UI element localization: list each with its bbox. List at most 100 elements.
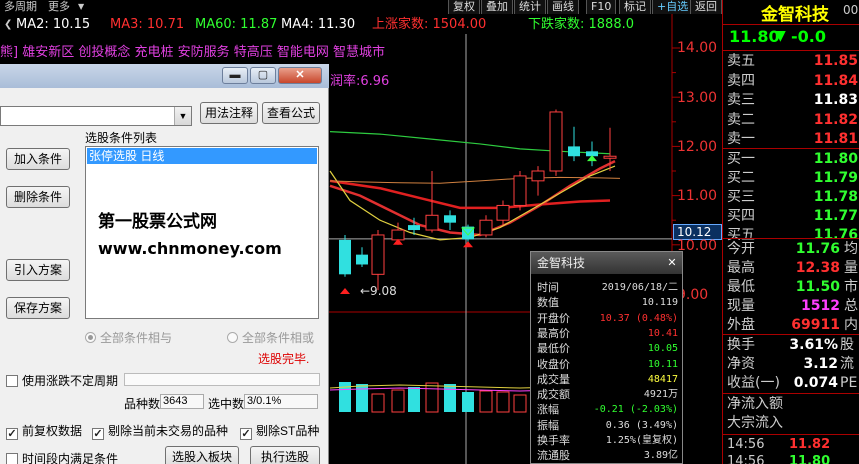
use-period-checkbox[interactable]: 使用涨跌不定周期 <box>6 372 118 389</box>
add-condition-button[interactable]: 加入条件 <box>6 148 70 170</box>
ma2-label: MA2: 10.15 <box>16 17 91 32</box>
radio-or[interactable]: 全部条件相或 <box>227 329 314 346</box>
ma4-label: MA4: 11.30 <box>281 17 356 32</box>
divider <box>723 24 859 25</box>
to-block-button[interactable]: 选股入板块 <box>165 446 239 464</box>
y-tick-12: 12.00 <box>677 139 718 155</box>
tooltip-row: 流通股 3.89亿 <box>537 449 678 463</box>
tooltip-row: 最高价 10.41 <box>537 326 678 340</box>
candle-body <box>444 215 456 223</box>
maximize-icon[interactable]: ▢ <box>250 67 276 84</box>
divider <box>723 434 859 435</box>
volume-bar <box>462 392 474 412</box>
selected-label: 选中数 <box>208 397 245 411</box>
candle-body <box>391 229 405 241</box>
volume-bar <box>371 393 385 413</box>
chevron-down-icon[interactable]: ▼ <box>174 107 191 125</box>
ma3-label: MA3: 10.71 <box>110 17 185 32</box>
candle-body <box>531 170 545 182</box>
count-value: 3643 <box>160 394 204 409</box>
stat-row: 换手 3.61% 股 <box>727 337 854 353</box>
divider <box>723 50 859 51</box>
concept-tags: 熊] 雄安新区 创投概念 充电桩 安防服务 特高压 智能电网 智慧城市 <box>0 45 385 60</box>
tooltip-row: 最低价 10.05 <box>537 342 678 356</box>
ask-row: 卖二 11.82 <box>727 111 858 128</box>
tooltip-title: 金智科技 <box>537 256 586 270</box>
stat-row: 现量 1512 总 <box>727 298 858 314</box>
status-text: 选股完毕. <box>258 352 310 366</box>
view-formula-button[interactable]: 查看公式 <box>262 102 320 124</box>
period-field[interactable] <box>124 373 320 386</box>
candle-body <box>496 204 510 221</box>
selected-value: 3/0.1% <box>244 394 318 409</box>
signal-arrow-icon <box>340 288 350 294</box>
y-tick-11: 11.00 <box>677 188 718 204</box>
check-icon[interactable]: ✓ <box>240 428 252 440</box>
low-price-label: ←9.08 <box>360 284 397 298</box>
close-icon[interactable]: ✕ <box>666 257 678 269</box>
radio-indicator[interactable] <box>227 332 238 343</box>
watermark-url: www.chnmoney.com <box>98 239 282 258</box>
candle-body <box>513 175 527 206</box>
formula-select[interactable]: ▼ <box>0 106 192 126</box>
checkbox-box[interactable] <box>6 375 18 387</box>
time-range-checkbox[interactable]: 时间段内满足条件 <box>6 450 118 464</box>
prefq-checkbox[interactable]: ✓ 前复权数据 <box>6 422 82 440</box>
last-price: 11.80 <box>729 27 780 46</box>
tooltip-row: 换手率 1.25%(皇复权) <box>537 434 678 447</box>
delete-condition-button[interactable]: 删除条件 <box>6 186 70 208</box>
radio-indicator[interactable] <box>85 332 96 343</box>
candle-body <box>568 146 580 157</box>
check-icon[interactable]: ✓ <box>6 428 18 440</box>
candle-body <box>371 234 385 275</box>
explain-button[interactable]: 用法注释 <box>200 102 258 124</box>
import-plan-button[interactable]: 引入方案 <box>6 259 70 281</box>
ma-indicator-bar: ❮ MA2: 10.15 MA3: 10.71 MA60: 11.87 MA4:… <box>0 16 722 34</box>
tooltip-row: 涨幅 -0.21 (-2.03%) <box>537 403 678 417</box>
volume-bar <box>513 394 527 413</box>
y-tick-14: 14.00 <box>677 40 718 56</box>
ma-red-line <box>329 179 611 210</box>
ask-row: 卖五 11.85 <box>727 53 858 69</box>
list-item[interactable]: 张停选股 日线 <box>87 148 317 164</box>
candle-body <box>549 111 563 172</box>
count-label: 品种数 <box>124 397 161 411</box>
bid-row: 买四 11.77 <box>727 208 858 224</box>
run-screen-button[interactable]: 执行选股 <box>250 446 320 464</box>
close-icon[interactable]: ✕ <box>278 67 322 84</box>
minimize-icon[interactable]: ▬ <box>222 67 248 84</box>
candle-body <box>479 219 493 236</box>
bid-row: 买二 11.79 <box>727 170 858 186</box>
stat-row: 净资 3.12 流 <box>727 356 854 372</box>
stat-row: 外盘 69911 内 <box>727 317 858 333</box>
condition-list-label: 选股条件列表 <box>85 131 158 145</box>
volume-bar <box>391 389 405 413</box>
divider <box>723 148 859 149</box>
tooltip-row: 数值 10.119 <box>537 296 678 310</box>
stock-screener-dialog: ▬ ▢ ✕ ▼ 用法注释 查看公式 选股条件列表 张停选股 日线 第一股票公式网… <box>0 64 329 464</box>
dialog-titlebar[interactable]: ▬ ▢ ✕ <box>0 64 329 88</box>
volume-bar <box>408 387 420 412</box>
ma3-line <box>329 160 616 237</box>
tooltip-row: 振幅 0.36 (3.49%) <box>537 418 678 432</box>
divider <box>723 238 859 239</box>
y-tick-10: 10.00 <box>677 238 718 254</box>
data-tooltip: 金智科技 ✕ 时间 2019/06/18/二 数值 10.119 开盘价 10.… <box>530 251 683 464</box>
condition-list[interactable]: 张停选股 日线 第一股票公式网 www.chnmoney.com <box>85 146 319 319</box>
checkbox-box[interactable] <box>6 453 18 464</box>
price-change: -0.0 <box>791 27 826 46</box>
divider <box>723 334 859 335</box>
tick-row: 14:56 11.82 <box>727 437 831 452</box>
candle-body <box>408 225 420 231</box>
stat-row: 最低 11.50 市 <box>727 279 858 295</box>
candle-body <box>425 214 439 231</box>
exclude-suspended-checkbox[interactable]: ✓ 剔除当前未交易的品种 <box>92 422 228 440</box>
stat-row: 最高 12.38 量 <box>727 260 858 276</box>
check-icon[interactable]: ✓ <box>92 428 104 440</box>
chevron-left-icon[interactable]: ❮ <box>4 16 12 34</box>
exclude-st-checkbox[interactable]: ✓ 剔除ST品种 <box>240 422 319 440</box>
radio-and[interactable]: 全部条件相与 <box>85 329 172 346</box>
stat-row: 今开 11.76 均 <box>727 241 858 257</box>
save-plan-button[interactable]: 保存方案 <box>6 297 70 319</box>
candle-body <box>462 226 474 240</box>
